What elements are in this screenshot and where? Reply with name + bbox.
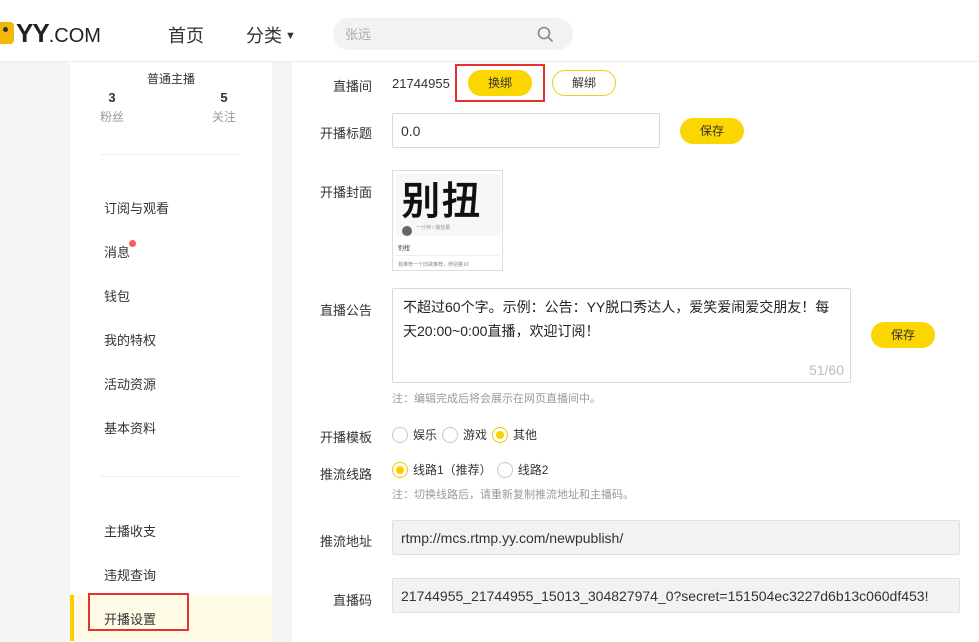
line-radio-group: 线路1（推荐） 线路2 — [392, 461, 553, 478]
room-id: 21744955 — [392, 76, 450, 91]
notice-label: 直播公告 — [319, 303, 372, 318]
radio-button-selected[interactable] — [492, 426, 509, 443]
title-label: 开播标题 — [319, 126, 372, 141]
highlight-box — [88, 593, 189, 631]
template-option-game[interactable]: 游戏 — [442, 426, 487, 443]
cover-image[interactable]: 别扭 一分钟 / 播放量 别扭 我推荐一个旧歌推荐，辨别量10 — [392, 170, 503, 271]
yy-mascot-icon — [0, 22, 14, 44]
search-box — [333, 18, 573, 50]
notice-text: 不超过60个字。示例：公告：YY脱口秀达人，爱笑爱闹爱交朋友！每天20:00~0… — [403, 299, 830, 339]
radio-label: 其他 — [513, 428, 538, 442]
search-input[interactable] — [345, 18, 525, 50]
notice-note: 注：编辑完成后将会展示在网页直播间中。 — [392, 393, 601, 405]
template-radio-group: 娱乐 游戏 其他 — [392, 426, 542, 443]
sidebar-item-wallet[interactable]: 钱包 — [104, 286, 130, 305]
radio-button[interactable] — [392, 426, 408, 443]
fans-stat[interactable]: 3 粉丝 — [100, 90, 124, 125]
yy-logo[interactable]: YY.COM — [0, 18, 101, 48]
sidebar-item-activity-resources[interactable]: 活动资源 — [104, 374, 156, 393]
save-title-button[interactable]: 保存 — [680, 118, 744, 144]
divider — [100, 476, 240, 477]
stream-title-input[interactable] — [392, 113, 660, 148]
nav-category-label: 分类 — [246, 26, 282, 46]
push-url-label: 推流地址 — [319, 534, 372, 549]
radio-button[interactable] — [496, 461, 513, 478]
page-gutter-middle — [272, 62, 292, 642]
radio-button-selected[interactable] — [392, 461, 408, 478]
sidebar-item-income[interactable]: 主播收支 — [104, 521, 156, 540]
sidebar-item-violations[interactable]: 违规查询 — [104, 565, 156, 584]
active-item-indicator — [70, 595, 74, 641]
sidebar-item-basic-info[interactable]: 基本资料 — [104, 418, 156, 437]
line-label: 推流线路 — [319, 467, 372, 482]
line-option-2[interactable]: 线路2 — [496, 461, 549, 478]
unread-badge — [129, 240, 136, 247]
logo-text: YY — [16, 17, 50, 48]
save-notice-button[interactable]: 保存 — [871, 322, 935, 348]
follow-label: 关注 — [212, 110, 237, 124]
radio-label: 游戏 — [463, 428, 488, 442]
radio-button[interactable] — [442, 426, 459, 443]
line-option-1[interactable]: 线路1（推荐） — [392, 461, 492, 478]
user-role: 普通主播 — [146, 72, 195, 86]
fans-label: 粉丝 — [100, 110, 125, 124]
cover-big-text: 别扭 — [402, 178, 483, 223]
chevron-down-icon: ▼ — [285, 30, 296, 42]
radio-label: 娱乐 — [413, 428, 438, 442]
template-label: 开播模板 — [319, 430, 372, 445]
template-option-entertainment[interactable]: 娱乐 — [392, 426, 437, 443]
unbind-button[interactable]: 解绑 — [552, 70, 616, 96]
logo-suffix: .COM — [48, 24, 101, 47]
line-note: 注：切换线路后，请重新复制推流地址和主播码。 — [392, 489, 634, 501]
stream-code-label: 直播码 — [332, 593, 372, 608]
cover-meta: 一分钟 / 播放量 — [416, 225, 451, 231]
cover-description: 我推荐一个旧歌推荐，辨别量10 — [398, 262, 469, 268]
sidebar-item-subscriptions[interactable]: 订阅与观看 — [104, 198, 169, 217]
follow-count: 5 — [220, 90, 228, 105]
sidebar-item-privileges[interactable]: 我的特权 — [104, 330, 156, 349]
nav-home[interactable]: 首页 — [168, 22, 204, 48]
char-counter: 51/60 — [808, 362, 844, 378]
push-url-field[interactable] — [392, 520, 960, 555]
sidebar: 普通主播 3 粉丝 5 关注 订阅与观看 消息 钱包 我的特权 活动资源 基本资… — [70, 62, 272, 642]
stream-code-field[interactable] — [392, 578, 960, 613]
nav-category[interactable]: 分类 ▼ — [246, 22, 296, 48]
sidebar-item-messages[interactable]: 消息 — [104, 242, 130, 261]
notice-textarea[interactable]: 不超过60个字。示例：公告：YY脱口秀达人，爱笑爱闹爱交朋友！每天20:00~0… — [392, 288, 851, 383]
top-header: YY.COM 首页 分类 ▼ — [0, 0, 979, 62]
divider — [100, 154, 240, 155]
search-icon[interactable] — [537, 26, 553, 42]
page-gutter-left — [0, 62, 70, 642]
play-icon — [402, 226, 412, 236]
room-label: 直播间 — [332, 79, 372, 94]
radio-label: 线路2 — [517, 463, 549, 477]
cover-thumbnail: 别扭 一分钟 / 播放量 — [396, 174, 501, 236]
follow-stat[interactable]: 5 关注 — [212, 90, 236, 125]
radio-label: 线路1（推荐） — [413, 463, 492, 477]
divider — [396, 255, 499, 256]
cover-label: 开播封面 — [319, 185, 372, 200]
template-option-other[interactable]: 其他 — [492, 426, 537, 443]
cover-name: 别扭 — [398, 246, 411, 252]
highlight-box — [455, 64, 545, 102]
fans-count: 3 — [108, 90, 116, 105]
